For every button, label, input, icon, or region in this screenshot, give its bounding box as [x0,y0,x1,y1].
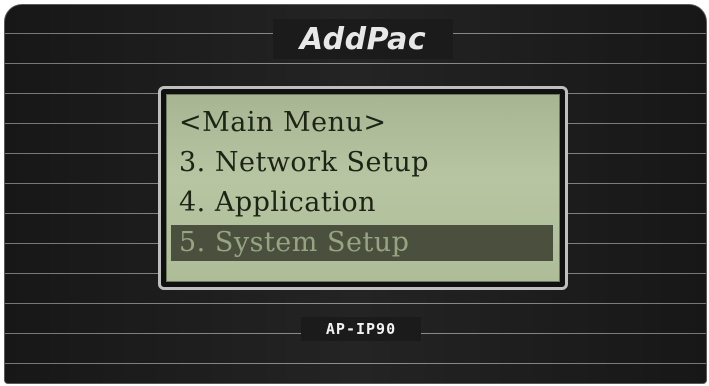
menu-item-application[interactable]: 4. Application [179,185,551,221]
menu-title: <Main Menu> [179,107,387,138]
model-label-area: AP-IP90 [301,317,421,341]
menu-item-system-setup[interactable]: 5. System Setup [171,225,553,261]
brand-logo: AddPac [299,21,427,57]
menu-item-network-setup[interactable]: 3. Network Setup [179,145,551,181]
ip-phone-device: AddPac <Main Menu> 3. Network Setup 4. A… [4,4,707,384]
lcd-bezel: <Main Menu> 3. Network Setup 4. Applicat… [158,86,568,290]
lcd-screen: <Main Menu> 3. Network Setup 4. Applicat… [166,94,560,282]
brand-logo-area: AddPac [273,19,453,59]
model-label: AP-IP90 [325,320,397,338]
